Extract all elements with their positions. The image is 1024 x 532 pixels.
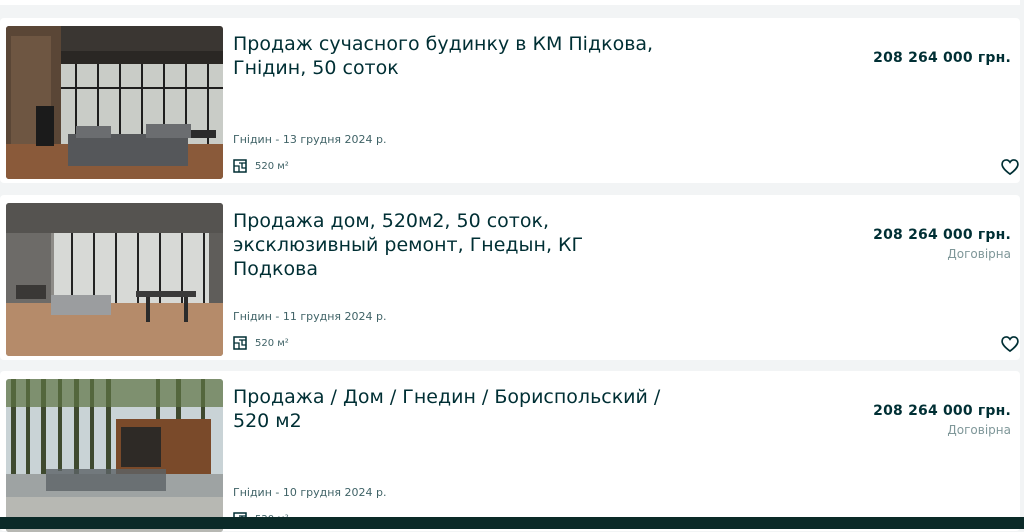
listing-photo[interactable]: [6, 26, 223, 179]
area-value: 520 м²: [255, 337, 289, 349]
listing-price: 208 264 000 грн.: [873, 403, 1011, 419]
listing-price: 208 264 000 грн.: [873, 227, 1011, 243]
negotiable-label: Договірна: [947, 423, 1011, 437]
floor-plan-icon: [233, 336, 247, 350]
bottom-bar: [0, 517, 1024, 529]
listing-price: 208 264 000 грн.: [873, 50, 1011, 66]
listing-results: Продаж сучасного будинку в КМ Підкова, Г…: [0, 0, 1024, 532]
heart-outline-icon: [1001, 159, 1019, 176]
favorite-button[interactable]: [1000, 157, 1020, 177]
location-date: Гнідин - 11 грудня 2024 р.: [233, 310, 387, 323]
listing-title[interactable]: Продажа / Дом / Гнедин / Бориспольский /…: [233, 385, 673, 433]
listing-photo[interactable]: [6, 379, 223, 532]
floor-plan-icon: [233, 159, 247, 173]
heart-outline-icon: [1001, 336, 1019, 353]
location-date: Гнідин - 13 грудня 2024 р.: [233, 133, 387, 146]
location-date: Гнідин - 10 грудня 2024 р.: [233, 486, 387, 499]
listing-title[interactable]: Продажа дом, 520м2, 50 соток, эксклюзивн…: [233, 209, 673, 281]
listing-card[interactable]: Продажа дом, 520м2, 50 соток, эксклюзивн…: [0, 195, 1020, 360]
area-info: 520 м²: [233, 158, 289, 174]
listing-title[interactable]: Продаж сучасного будинку в КМ Підкова, Г…: [233, 32, 673, 80]
negotiable-label: Договірна: [947, 247, 1011, 261]
listing-photo[interactable]: [6, 203, 223, 356]
area-info: 520 м²: [233, 335, 289, 351]
previous-card-edge: [0, 0, 1020, 5]
listing-card[interactable]: Продажа / Дом / Гнедин / Бориспольский /…: [0, 371, 1020, 532]
favorite-button[interactable]: [1000, 334, 1020, 354]
listing-card[interactable]: Продаж сучасного будинку в КМ Підкова, Г…: [0, 18, 1020, 183]
area-value: 520 м²: [255, 160, 289, 172]
